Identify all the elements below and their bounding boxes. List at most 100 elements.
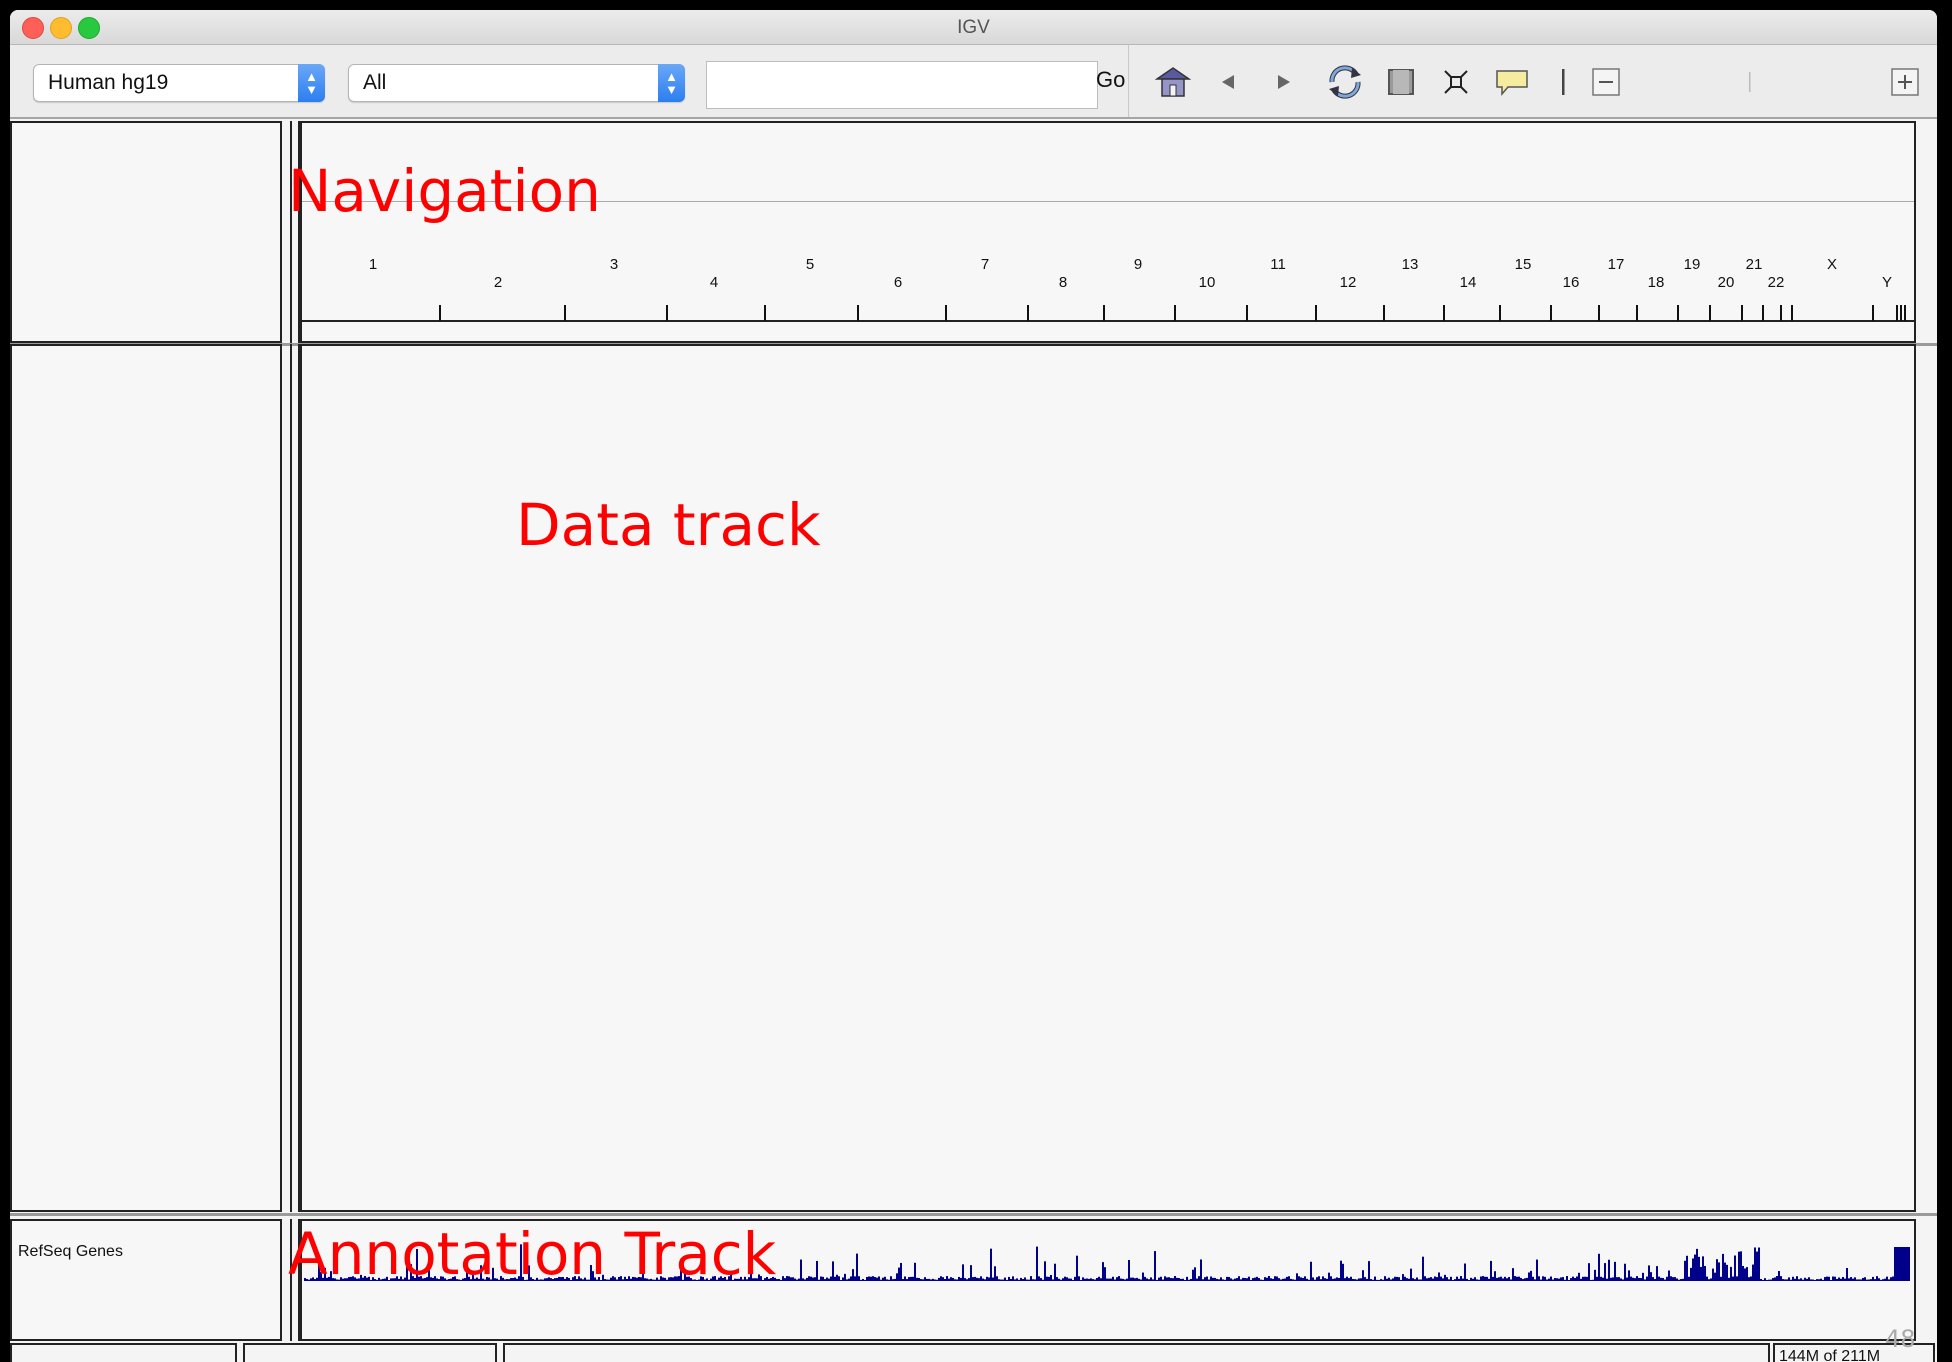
locus-search-input[interactable] <box>706 61 1098 109</box>
gene-feature-bar <box>1094 1279 1096 1281</box>
gene-feature-bar <box>1496 1277 1498 1281</box>
gene-feature-bar <box>1500 1276 1502 1281</box>
chromosome-boundary-tick <box>1443 305 1445 321</box>
genome-dropdown[interactable]: Human hg19 ▲ ▼ <box>33 64 325 102</box>
gene-feature-bar <box>1320 1279 1322 1281</box>
chromosome-label[interactable]: 13 <box>1402 256 1419 273</box>
gene-feature-bar <box>1818 1279 1820 1281</box>
refresh-icon[interactable] <box>1326 63 1364 101</box>
roi-icon[interactable] <box>1382 63 1420 101</box>
back-arrow-icon[interactable] <box>1210 63 1248 101</box>
gene-feature-bar <box>1222 1279 1224 1281</box>
gene-feature-bar <box>1632 1277 1634 1281</box>
gene-feature-bar <box>834 1276 836 1281</box>
chromosome-label[interactable]: 12 <box>1340 274 1357 291</box>
gene-feature-bar <box>1110 1278 1112 1281</box>
gene-feature-bar <box>1250 1279 1252 1281</box>
gene-feature-bar <box>1018 1279 1020 1281</box>
window-title: IGV <box>957 17 990 38</box>
gene-feature-bar <box>1314 1279 1316 1281</box>
chromosome-label[interactable]: 16 <box>1563 274 1580 291</box>
chromosome-label[interactable]: 19 <box>1684 256 1701 273</box>
gene-feature-bar <box>856 1253 858 1281</box>
gene-feature-bar <box>1306 1278 1308 1281</box>
gene-feature-bar <box>1894 1247 1896 1281</box>
gene-feature-bar <box>1822 1279 1824 1281</box>
chromosome-label[interactable]: 6 <box>894 274 902 291</box>
dropdown-chevron-icon: ▲ ▼ <box>658 64 685 102</box>
chromosome-boundary-tick <box>1780 305 1782 321</box>
gene-feature-bar <box>1780 1276 1782 1281</box>
gene-feature-bar <box>858 1276 860 1281</box>
chromosome-label[interactable]: 2 <box>494 274 502 291</box>
gene-feature-bar <box>1178 1278 1180 1281</box>
gene-feature-bar <box>1812 1279 1814 1281</box>
chromosome-label[interactable]: 11 <box>1270 256 1286 273</box>
gene-feature-bar <box>1766 1279 1768 1281</box>
chromosome-label[interactable]: 15 <box>1515 256 1532 273</box>
gene-feature-bar <box>1260 1279 1262 1281</box>
gene-feature-bar <box>1710 1278 1712 1281</box>
forward-arrow-icon[interactable] <box>1264 63 1302 101</box>
go-button[interactable]: Go <box>1096 67 1125 93</box>
gene-feature-bar <box>1774 1277 1776 1281</box>
gene-feature-bar <box>788 1276 790 1281</box>
chromosome-label[interactable]: 3 <box>610 256 618 273</box>
gene-feature-bar <box>1466 1278 1468 1281</box>
zoom-slider-track[interactable] <box>1745 63 1755 101</box>
gene-feature-bar <box>904 1276 906 1281</box>
chromosome-label[interactable]: 17 <box>1608 256 1625 273</box>
gene-feature-bar <box>1136 1277 1138 1281</box>
chromosome-label[interactable]: 4 <box>710 274 718 291</box>
status-cell-position <box>10 1343 237 1362</box>
chromosome-label[interactable]: 18 <box>1648 274 1665 291</box>
resize-icon[interactable] <box>1437 63 1475 101</box>
gene-feature-bar <box>1162 1279 1164 1281</box>
chromosome-dropdown[interactable]: All ▲ ▼ <box>348 64 685 102</box>
ruler-panel[interactable] <box>300 121 1916 343</box>
gene-feature-bar <box>1058 1278 1060 1281</box>
gene-feature-bar <box>1508 1277 1510 1281</box>
gene-feature-bar <box>1082 1277 1084 1281</box>
popup-info-icon[interactable] <box>1493 63 1531 101</box>
gene-feature-bar <box>1242 1277 1244 1281</box>
gene-feature-bar <box>990 1248 992 1281</box>
gene-feature-bar <box>1088 1278 1090 1281</box>
annotation-track-callout: Annotation Track <box>288 1220 777 1288</box>
chromosome-label[interactable]: 22 <box>1768 274 1785 291</box>
data-track-panel[interactable] <box>300 344 1916 1212</box>
chromosome-label[interactable]: X <box>1827 256 1837 273</box>
chromosome-label[interactable]: 20 <box>1718 274 1735 291</box>
gene-feature-bar <box>1000 1279 1002 1281</box>
gene-feature-bar <box>1418 1279 1420 1281</box>
gene-feature-bar <box>1430 1277 1432 1281</box>
track-name-refseq[interactable]: RefSeq Genes <box>18 1243 123 1261</box>
chromosome-label[interactable]: 1 <box>369 256 377 273</box>
chromosome-label[interactable]: 9 <box>1134 256 1142 273</box>
gene-feature-bar <box>1906 1247 1908 1281</box>
gene-feature-bar <box>804 1279 806 1281</box>
gene-feature-bar <box>988 1277 990 1281</box>
gene-feature-bar <box>1568 1279 1570 1281</box>
gene-feature-bar <box>1636 1276 1638 1281</box>
chromosome-label[interactable]: 8 <box>1059 274 1067 291</box>
gene-feature-bar <box>1622 1279 1624 1281</box>
chromosome-label[interactable]: 5 <box>806 256 814 273</box>
gene-feature-bar <box>846 1279 848 1281</box>
data-track-callout: Data track <box>516 491 821 559</box>
gene-feature-bar <box>1752 1264 1754 1281</box>
chromosome-label[interactable]: 14 <box>1460 274 1477 291</box>
chromosome-label[interactable]: Y <box>1882 274 1892 291</box>
chromosome-label[interactable]: 21 <box>1746 256 1763 273</box>
chromosome-label[interactable]: 7 <box>981 256 989 273</box>
zoom-out-icon[interactable] <box>1587 63 1625 101</box>
chromosome-boundary-tick <box>1550 305 1552 321</box>
gene-feature-bar <box>1378 1279 1380 1281</box>
gene-feature-bar <box>884 1276 886 1281</box>
zoom-in-icon[interactable] <box>1886 63 1924 101</box>
chromosome-label[interactable]: 10 <box>1199 274 1216 291</box>
gene-feature-bar <box>1832 1276 1834 1281</box>
gene-feature-bar <box>996 1276 998 1281</box>
home-icon[interactable] <box>1154 63 1192 101</box>
gene-feature-bar <box>928 1278 930 1281</box>
